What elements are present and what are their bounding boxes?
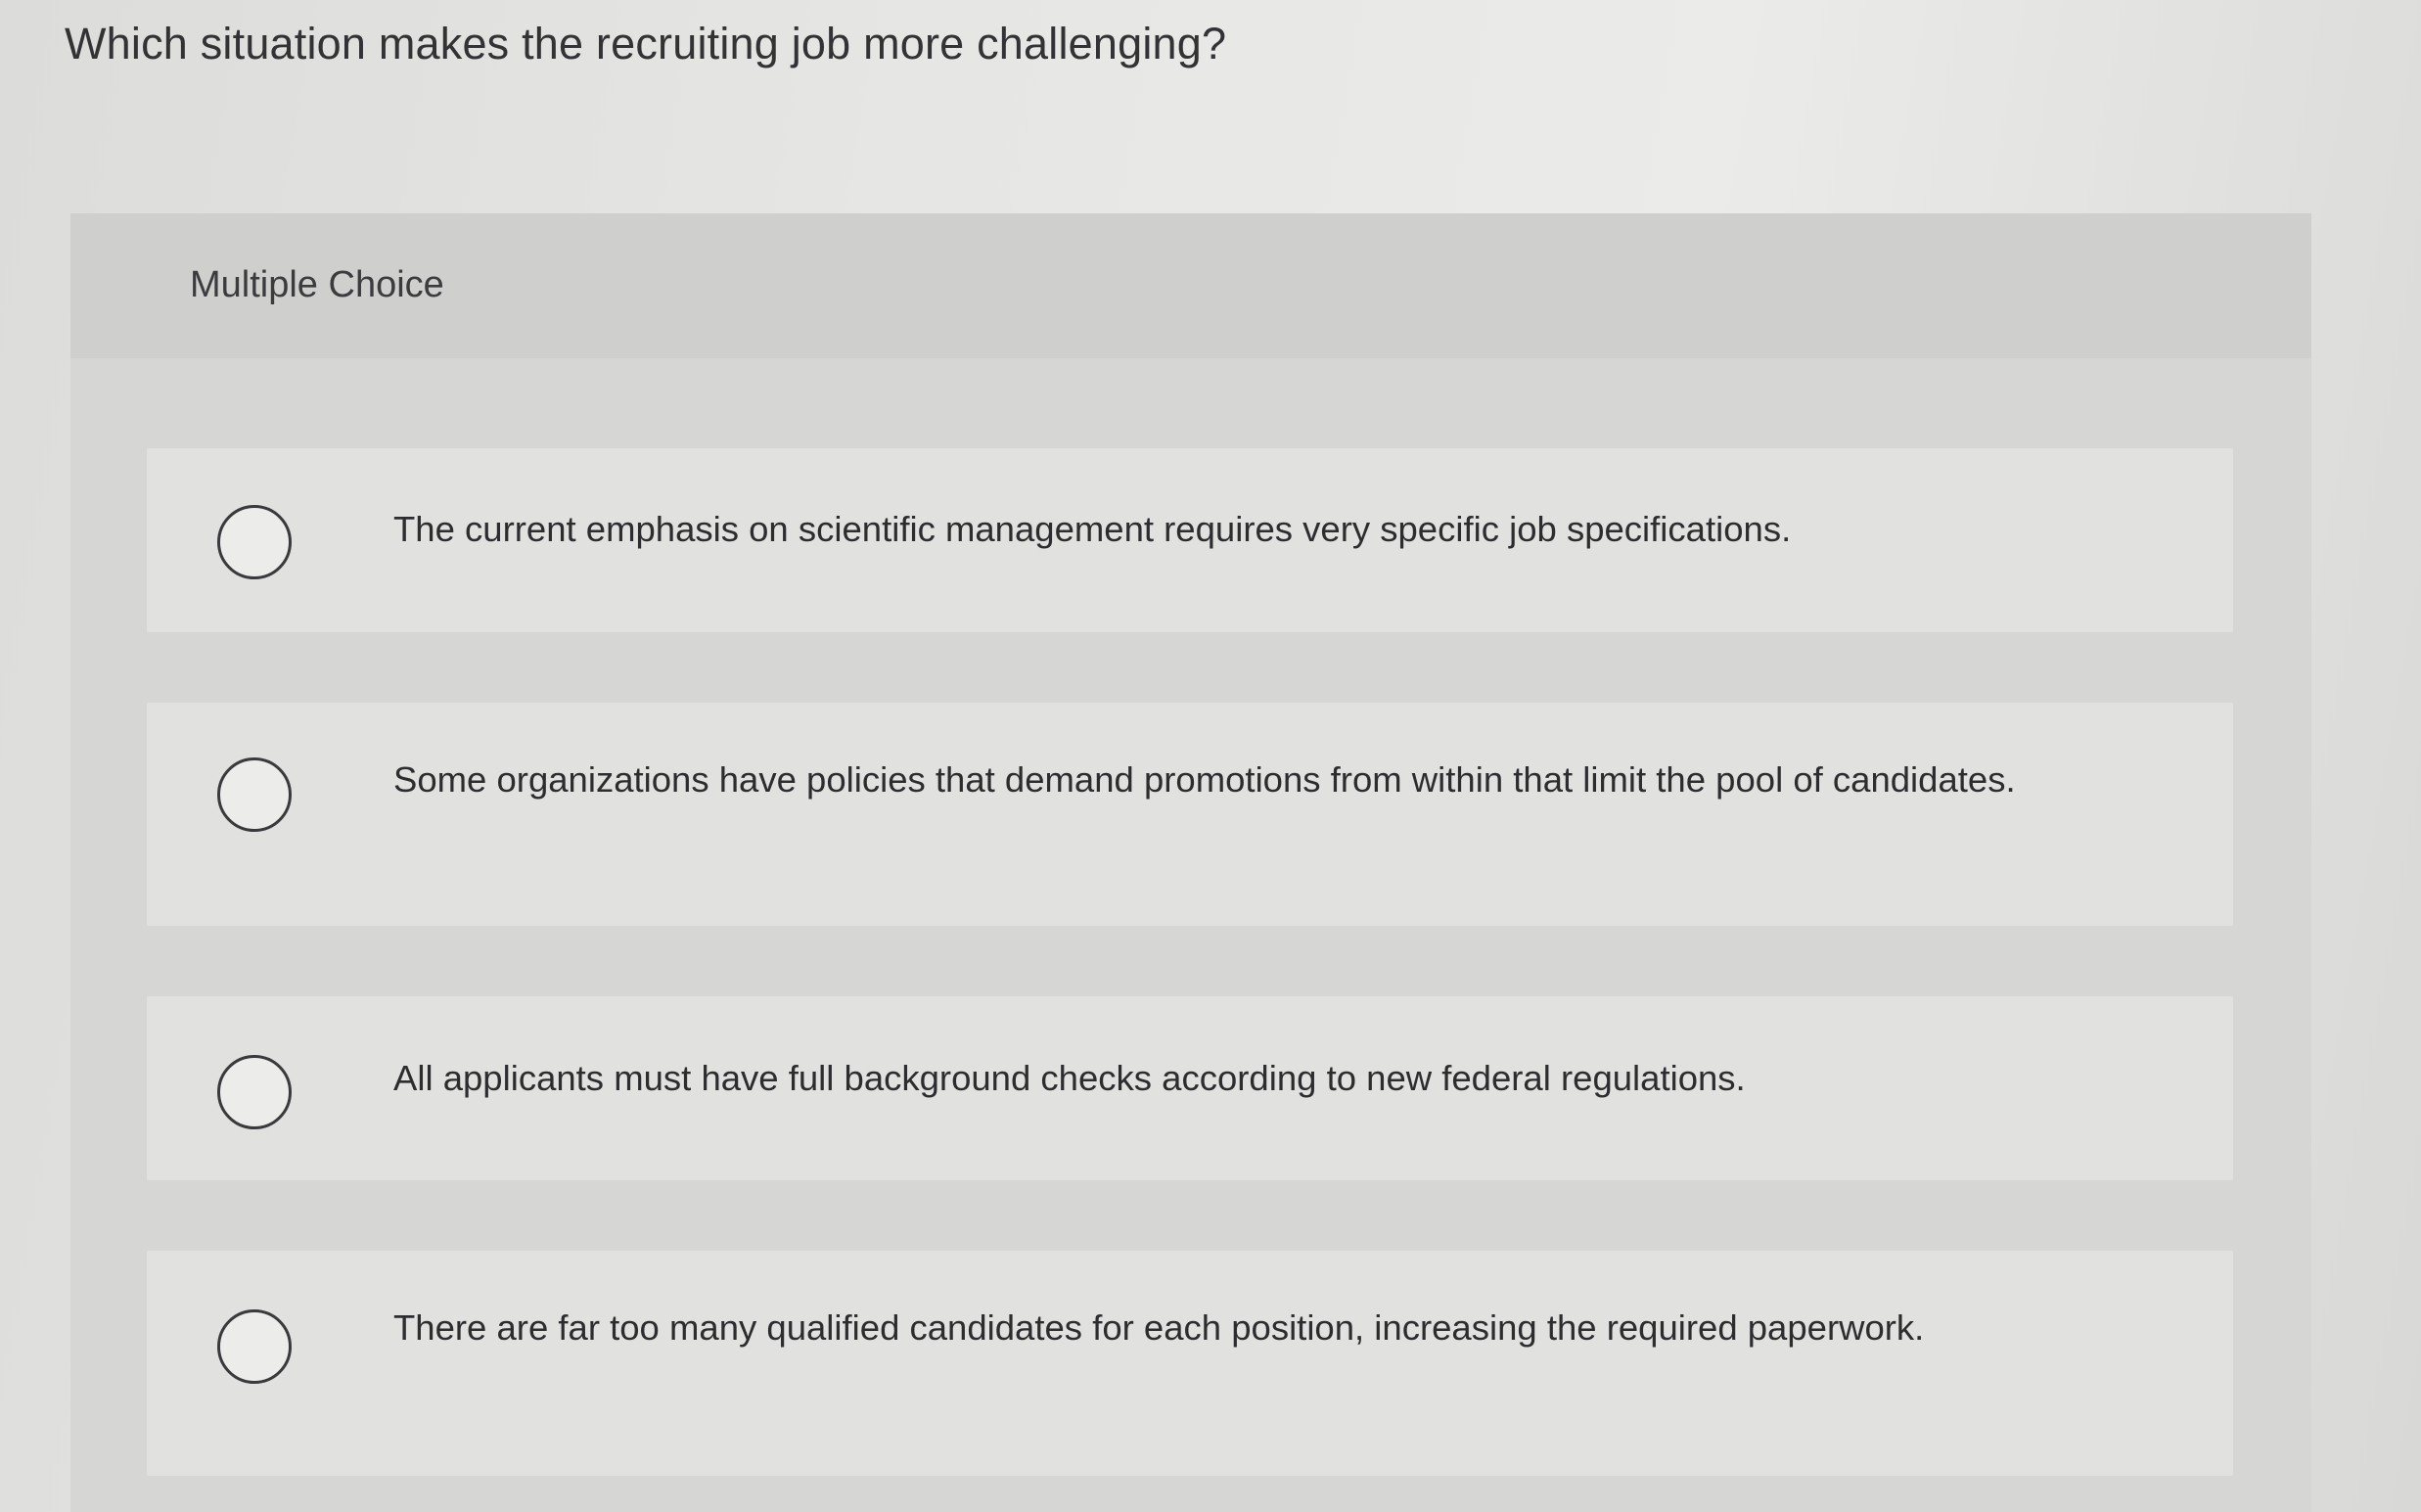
answer-option[interactable]: All applicants must have full background… (147, 996, 2233, 1180)
answer-option[interactable]: Some organizations have policies that de… (147, 703, 2233, 926)
radio-unchecked-icon[interactable] (217, 757, 292, 832)
question-text: Which situation makes the recruiting job… (65, 19, 1227, 69)
answer-option[interactable]: The current emphasis on scientific manag… (147, 448, 2233, 632)
card-header: Multiple Choice (70, 213, 2311, 358)
radio-unchecked-icon[interactable] (217, 505, 292, 579)
answer-option-label[interactable]: All applicants must have full background… (393, 1052, 2155, 1105)
answer-option[interactable]: There are far too many qualified candida… (147, 1251, 2233, 1476)
answer-option-label[interactable]: Some organizations have policies that de… (393, 754, 2155, 806)
question-type-label: Multiple Choice (190, 264, 444, 305)
radio-unchecked-icon[interactable] (217, 1055, 292, 1129)
answer-option-label[interactable]: The current emphasis on scientific manag… (393, 503, 2155, 556)
multiple-choice-card: Multiple Choice The current emphasis on … (70, 213, 2311, 1512)
radio-unchecked-icon[interactable] (217, 1309, 292, 1384)
answer-option-label[interactable]: There are far too many qualified candida… (393, 1302, 2155, 1354)
